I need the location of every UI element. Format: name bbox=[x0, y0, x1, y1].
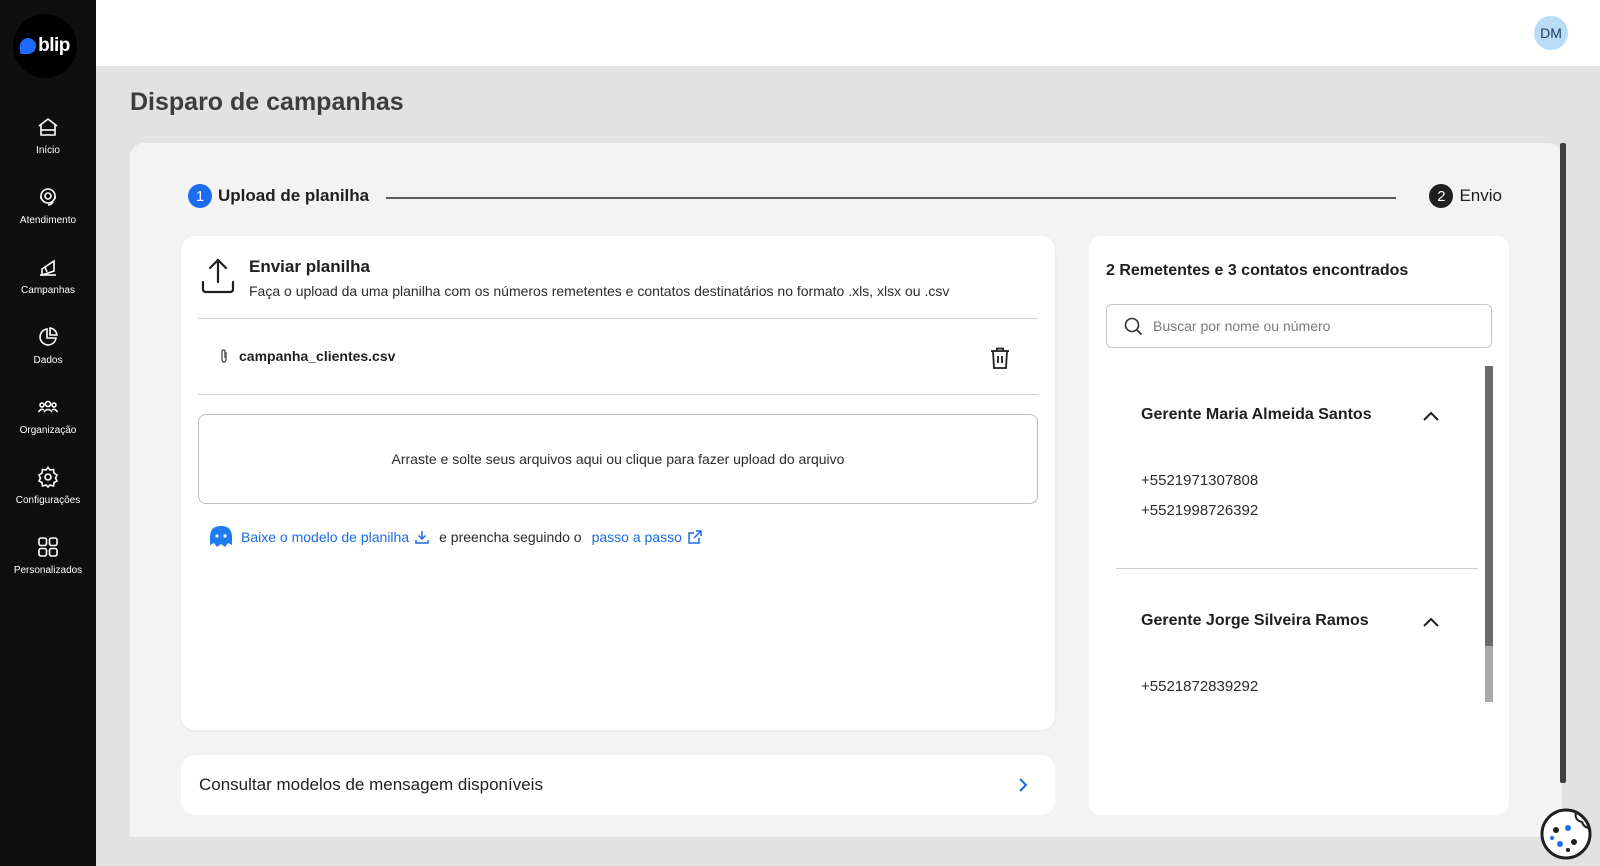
sidebar: blip Início Atendimento Campanhas Dados … bbox=[0, 0, 96, 866]
people-icon bbox=[37, 400, 59, 413]
file-dropzone[interactable]: Arraste e solte seus arquivos aqui ou cl… bbox=[198, 414, 1038, 504]
sidebar-item-label: Organização bbox=[19, 424, 77, 436]
sidebar-item-label: Atendimento bbox=[19, 214, 77, 226]
senders-card: 2 Remetentes e 3 contatos encontrados Ge… bbox=[1089, 236, 1509, 815]
step-upload[interactable]: 1 Upload de planilha bbox=[188, 184, 369, 208]
cookie-icon[interactable] bbox=[1540, 808, 1592, 860]
message-models-label: Consultar modelos de mensagem disponívei… bbox=[199, 775, 543, 794]
topbar: DM bbox=[96, 0, 1600, 66]
paperclip-icon bbox=[221, 349, 227, 363]
step-number: 2 bbox=[1429, 184, 1454, 208]
search-box[interactable] bbox=[1106, 304, 1492, 348]
stepper: 1 Upload de planilha 2 Envio bbox=[188, 184, 1502, 212]
sidebar-item-organizacao[interactable]: Organização bbox=[0, 380, 96, 450]
sidebar-item-atendimento[interactable]: Atendimento bbox=[0, 170, 96, 240]
upload-card: Enviar planilha Faça o upload da uma pla… bbox=[181, 236, 1055, 730]
sidebar-item-label: Início bbox=[36, 144, 60, 156]
bot-icon bbox=[210, 526, 232, 547]
sender-phone: +5521998726392 bbox=[1141, 502, 1259, 519]
list-scrollbar-thumb[interactable] bbox=[1485, 366, 1493, 646]
page-title: Disparo de campanhas bbox=[130, 88, 404, 116]
chevron-right-icon bbox=[1019, 778, 1028, 792]
step-label: Envio bbox=[1459, 186, 1502, 205]
uploaded-file: campanha_clientes.csv bbox=[217, 348, 395, 364]
senders-list: Gerente Maria Almeida Santos +5521971307… bbox=[1089, 366, 1509, 702]
upload-title: Enviar planilha bbox=[249, 257, 370, 276]
grid-icon bbox=[38, 536, 58, 557]
sidebar-item-personalizados[interactable]: Personalizados bbox=[0, 520, 96, 590]
sidebar-item-campanhas[interactable]: Campanhas bbox=[0, 240, 96, 310]
sidebar-item-dados[interactable]: Dados bbox=[0, 310, 96, 380]
search-input[interactable] bbox=[1153, 318, 1473, 334]
stepper-line bbox=[386, 197, 1396, 199]
divider bbox=[198, 394, 1038, 395]
instruction-text: e preencha seguindo o bbox=[439, 529, 582, 545]
chevron-up-icon[interactable] bbox=[1421, 406, 1441, 426]
step-number: 1 bbox=[188, 184, 212, 208]
sidebar-item-label: Configurações bbox=[15, 494, 81, 506]
megaphone-icon bbox=[40, 259, 56, 276]
sender-name: Gerente Jorge Silveira Ramos bbox=[1141, 612, 1369, 629]
download-template-text: Baixe o modelo de planilha bbox=[241, 529, 410, 545]
file-name: campanha_clientes.csv bbox=[239, 348, 396, 364]
avatar[interactable]: DM bbox=[1534, 16, 1568, 50]
page-scrollbar[interactable] bbox=[1560, 143, 1566, 783]
message-models-card[interactable]: Consultar modelos de mensagem disponívei… bbox=[181, 755, 1055, 815]
upload-description: Faça o upload da uma planilha com os núm… bbox=[249, 283, 950, 299]
sidebar-item-configuracoes[interactable]: Configurações bbox=[0, 450, 96, 520]
gear-icon bbox=[37, 465, 59, 488]
search-icon bbox=[1124, 317, 1143, 336]
step-envio[interactable]: 2 Envio bbox=[1429, 184, 1502, 208]
sidebar-item-label: Campanhas bbox=[21, 284, 75, 296]
upload-icon bbox=[201, 258, 235, 294]
pie-chart-icon bbox=[39, 326, 58, 346]
senders-title: 2 Remetentes e 3 contatos encontrados bbox=[1106, 262, 1409, 279]
step-by-step-link[interactable]: passo a passo bbox=[592, 529, 702, 545]
home-icon bbox=[38, 117, 58, 136]
sender-phone: +5521971307808 bbox=[1141, 472, 1259, 489]
divider bbox=[1116, 568, 1478, 569]
chevron-up-icon[interactable] bbox=[1421, 612, 1441, 632]
sidebar-item-inicio[interactable]: Início bbox=[0, 100, 96, 170]
step-label: Upload de planilha bbox=[218, 186, 370, 205]
sidebar-item-label: Dados bbox=[33, 354, 63, 366]
sidebar-item-label: Personalizados bbox=[13, 564, 83, 576]
download-template-link[interactable]: Baixe o modelo de planilha bbox=[241, 529, 429, 545]
logo-bubble-icon bbox=[20, 38, 37, 54]
upload-header: Enviar planilha Faça o upload da uma pla… bbox=[199, 256, 949, 299]
sender-phone: +5521872839292 bbox=[1141, 678, 1259, 695]
sidebar-nav: Início Atendimento Campanhas Dados Organ… bbox=[0, 100, 96, 590]
blip-logo[interactable]: blip bbox=[13, 14, 77, 78]
download-icon bbox=[415, 531, 429, 544]
trash-icon[interactable] bbox=[989, 346, 1011, 370]
download-template-row: Baixe o modelo de planilha e preencha se… bbox=[207, 524, 702, 550]
logo-text: blip bbox=[38, 35, 70, 56]
external-link-icon bbox=[688, 530, 702, 544]
step-by-step-text: passo a passo bbox=[591, 529, 682, 545]
sender-name: Gerente Maria Almeida Santos bbox=[1141, 406, 1372, 423]
divider bbox=[198, 318, 1038, 319]
headset-icon bbox=[40, 187, 56, 206]
